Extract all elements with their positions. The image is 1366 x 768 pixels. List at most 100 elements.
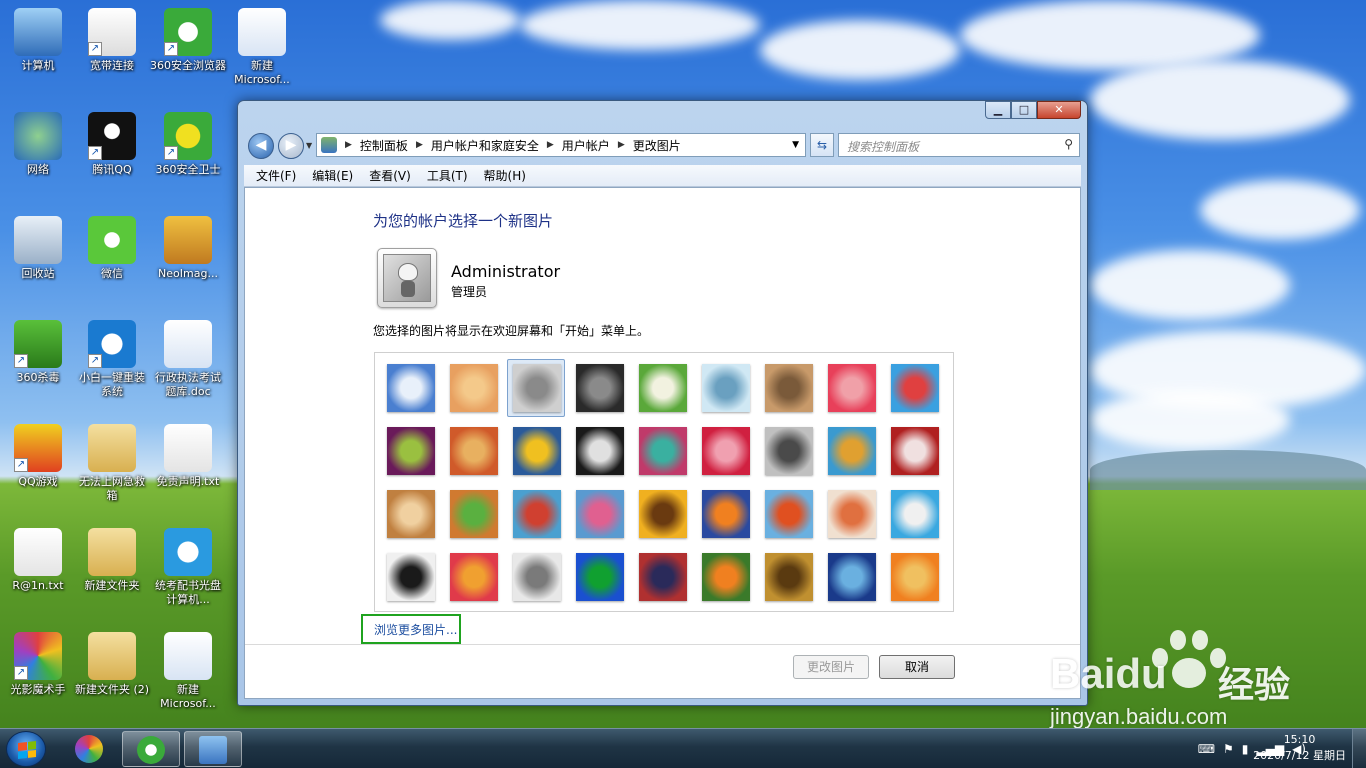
forward-arrow-icon: ▶ [285, 137, 297, 153]
breadcrumb-change-picture[interactable]: 更改图片 [629, 137, 685, 154]
desktop-icon[interactable]: 网络 [0, 112, 76, 177]
picture-origami[interactable] [891, 427, 939, 475]
taskbar-photo-tool[interactable] [60, 731, 118, 767]
flag-icon[interactable]: ⚑ [1223, 742, 1234, 756]
taskbar-360-browser[interactable] [122, 731, 180, 767]
change-picture-window: ▁ □ ✕ ◀ ▶ ▼ ▶ 控制面板 ▶ 用户帐户和家庭安全 ▶ 用户帐户 ▶ … [237, 100, 1088, 706]
desktop-icon[interactable]: 新建文件夹 (2) [74, 632, 150, 697]
desktop-icon-label: 小白一键重装系统 [79, 371, 145, 398]
picture-scarves[interactable] [576, 490, 624, 538]
picture-soccer-ball[interactable] [387, 553, 435, 601]
forward-button[interactable]: ▶ [278, 133, 304, 159]
picture-sunflower[interactable] [639, 490, 687, 538]
picture-shell[interactable] [765, 553, 813, 601]
desktop-icon[interactable]: 免责声明.txt [150, 424, 226, 489]
back-button[interactable]: ◀ [248, 133, 274, 159]
picture-gerbera[interactable] [891, 553, 939, 601]
address-bar[interactable]: ▶ 控制面板 ▶ 用户帐户和家庭安全 ▶ 用户帐户 ▶ 更改图片 ▼ [316, 133, 806, 157]
picture-dog[interactable] [576, 427, 624, 475]
breadcrumb-separator-icon[interactable]: ▶ [614, 140, 629, 150]
desktop-icon[interactable]: ↗ 光影魔术手 [0, 632, 76, 697]
desktop-icon-label: 统考配书光盘计算机... [155, 579, 221, 606]
desktop-icon[interactable]: 回收站 [0, 216, 76, 281]
close-button[interactable]: ✕ [1037, 101, 1081, 119]
start-button[interactable] [6, 731, 46, 767]
minimize-button[interactable]: ▁ [985, 101, 1011, 119]
menu-view[interactable]: 查看(V) [361, 167, 419, 184]
reinstall-icon: ↗ [88, 320, 136, 368]
picture-kitten[interactable] [765, 364, 813, 412]
cancel-button[interactable]: 取消 [879, 655, 955, 679]
picture-toy-robot[interactable] [513, 490, 561, 538]
picture-textile[interactable] [450, 553, 498, 601]
show-desktop-button[interactable] [1352, 729, 1366, 768]
change-picture-button[interactable]: 更改图片 [793, 655, 869, 679]
desktop-icon[interactable]: 无法上网急救箱 [74, 424, 150, 503]
picture-stairs[interactable] [828, 427, 876, 475]
desktop-icon[interactable]: R@1n.txt [0, 528, 76, 593]
desktop-icon[interactable]: 统考配书光盘计算机... [150, 528, 226, 607]
breadcrumb-separator-icon[interactable]: ▶ [543, 140, 558, 150]
picture-roller-coaster[interactable] [387, 364, 435, 412]
desktop-icon[interactable]: 新建 Microsof... [150, 632, 226, 711]
shortcut-arrow-icon: ↗ [88, 42, 102, 56]
menu-tools[interactable]: 工具(T) [419, 167, 476, 184]
maximize-button[interactable]: □ [1011, 101, 1037, 119]
desktop-icon[interactable]: ↗ 宽带连接 [74, 8, 150, 73]
search-icon[interactable]: ⚲ [1064, 137, 1073, 151]
desktop-icon[interactable]: ↗ 腾讯QQ [74, 112, 150, 177]
picture-marbles[interactable] [513, 553, 561, 601]
picture-guitar[interactable] [387, 490, 435, 538]
picture-butterfly[interactable] [702, 553, 750, 601]
desktop-icon[interactable]: ↗ 360杀毒 [0, 320, 76, 385]
desktop-icon[interactable]: ↗ 小白一键重装系统 [74, 320, 150, 399]
desktop-icon[interactable]: 新建 Microsof... [224, 8, 300, 87]
picture-gyroscope[interactable] [702, 364, 750, 412]
picture-balloon[interactable] [765, 490, 813, 538]
browse-more-pictures-link[interactable]: 浏览更多图片... [361, 614, 461, 644]
breadcrumb-user-accounts-family[interactable]: 用户帐户和家庭安全 [427, 137, 543, 154]
desktop-icon[interactable]: ↗ 360安全浏览器 [150, 8, 226, 73]
refresh-button[interactable]: ⇆ [810, 133, 834, 157]
picture-crayons[interactable] [639, 427, 687, 475]
picture-red-star[interactable] [702, 427, 750, 475]
menu-file[interactable]: 文件(F) [248, 167, 304, 184]
recent-pages-dropdown-icon[interactable]: ▼ [306, 141, 312, 150]
address-dropdown-icon[interactable]: ▼ [786, 140, 805, 150]
search-input[interactable]: 搜索控制面板 ⚲ [838, 133, 1080, 157]
picture-lucky-cat[interactable] [639, 364, 687, 412]
desktop-icon[interactable]: 新建文件夹 [74, 528, 150, 593]
picture-pattern[interactable] [639, 553, 687, 601]
desktop-icon[interactable]: NeoImag... [150, 216, 226, 281]
desktop-icon[interactable]: ↗ QQ游戏 [0, 424, 76, 489]
picture-turntable[interactable] [576, 364, 624, 412]
picture-lighthouse[interactable] [828, 553, 876, 601]
picture-green-square[interactable] [576, 553, 624, 601]
picture-pink-flower[interactable] [828, 364, 876, 412]
breadcrumb-separator-icon[interactable]: ▶ [412, 140, 427, 150]
desktop-icon[interactable]: ↗ 360安全卫士 [150, 112, 226, 177]
picture-robot-dog[interactable] [513, 364, 561, 412]
desktop-icon[interactable]: 微信 [74, 216, 150, 281]
picture-sailboat[interactable] [891, 490, 939, 538]
menu-edit[interactable]: 编辑(E) [304, 167, 361, 184]
keyboard-icon[interactable]: ⌨ [1198, 742, 1215, 756]
picture-pomeranian[interactable] [450, 490, 498, 538]
breadcrumb-control-panel[interactable]: 控制面板 [356, 137, 412, 154]
breadcrumb-separator-icon[interactable]: ▶ [341, 140, 356, 150]
desktop-icon[interactable]: 行政执法考试题库.doc [150, 320, 226, 399]
picture-starfish[interactable] [450, 364, 498, 412]
picture-doll[interactable] [828, 490, 876, 538]
clock[interactable]: 15:10 2020/7/12 星期日 [1253, 732, 1346, 764]
breadcrumb-user-accounts[interactable]: 用户帐户 [558, 137, 614, 154]
menu-help[interactable]: 帮助(H) [476, 167, 534, 184]
picture-pinwheel[interactable] [891, 364, 939, 412]
picture-jacks[interactable] [765, 427, 813, 475]
desktop-icon[interactable]: 计算机 [0, 8, 76, 73]
picture-fish[interactable] [702, 490, 750, 538]
power-icon[interactable]: ▮ [1242, 742, 1249, 756]
taskbar-control-panel[interactable] [184, 731, 242, 767]
picture-ball[interactable] [387, 427, 435, 475]
picture-fabric[interactable] [450, 427, 498, 475]
picture-leaf[interactable] [513, 427, 561, 475]
